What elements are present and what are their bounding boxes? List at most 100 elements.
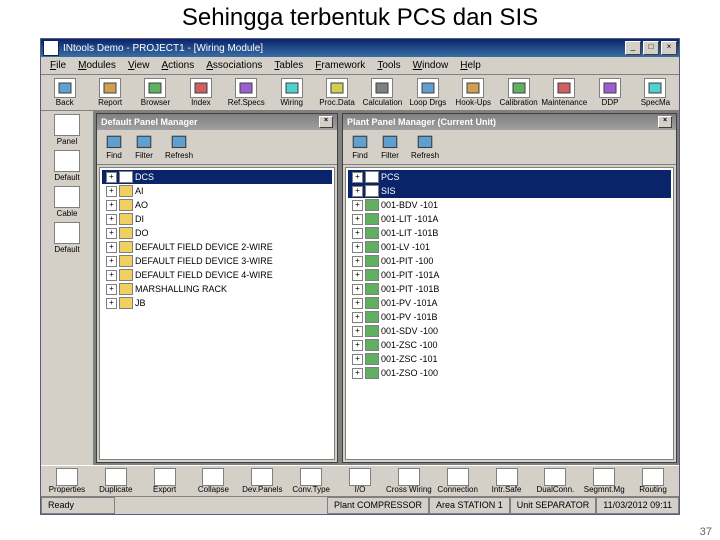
tree-item[interactable]: + DCS xyxy=(102,170,332,184)
tree-item[interactable]: + DEFAULT FIELD DEVICE 4-WIRE xyxy=(102,268,332,282)
tool-procdata[interactable]: Proc.Data xyxy=(315,78,358,107)
tree-item[interactable]: + AI xyxy=(102,184,332,198)
btool-crosswiring[interactable]: Cross Wiring xyxy=(385,468,433,494)
btool-dualconn[interactable]: DualConn. xyxy=(531,468,579,494)
sidebar-panel[interactable]: Panel xyxy=(43,114,91,146)
tree-item[interactable]: + DEFAULT FIELD DEVICE 2-WIRE xyxy=(102,240,332,254)
expand-icon[interactable]: + xyxy=(352,368,363,379)
menu-framework[interactable]: Framework xyxy=(310,59,370,72)
menu-window[interactable]: Window xyxy=(408,59,454,72)
tree-right[interactable]: + PCS + SIS + 001-BDV -101 + 001-LIT -10… xyxy=(345,167,674,460)
expand-icon[interactable]: + xyxy=(106,298,117,309)
tool-back[interactable]: Back xyxy=(43,78,86,107)
tree-left[interactable]: + DCS + AI + AO + DI + DO + DEFAULT FIEL… xyxy=(99,167,335,460)
btool-intrsafe[interactable]: Intr.Safe xyxy=(483,468,531,494)
panel-close-button[interactable]: × xyxy=(319,116,333,128)
expand-icon[interactable]: + xyxy=(106,242,117,253)
expand-icon[interactable]: + xyxy=(352,270,363,281)
expand-icon[interactable]: + xyxy=(352,186,363,197)
btool-convtype[interactable]: Conv.Type xyxy=(287,468,335,494)
menu-help[interactable]: Help xyxy=(455,59,486,72)
tree-item[interactable]: + 001-ZSO -100 xyxy=(348,366,671,380)
expand-icon[interactable]: + xyxy=(106,200,117,211)
tree-item[interactable]: + AO xyxy=(102,198,332,212)
expand-icon[interactable]: + xyxy=(352,326,363,337)
expand-icon[interactable]: + xyxy=(106,186,117,197)
tool-calibration[interactable]: Calibration xyxy=(497,78,540,107)
panel-tool-refresh[interactable]: Refresh xyxy=(411,134,439,160)
tree-item[interactable]: + 001-PIT -100 xyxy=(348,254,671,268)
btool-export[interactable]: Export xyxy=(141,468,189,494)
expand-icon[interactable]: + xyxy=(106,284,117,295)
menu-file[interactable]: File xyxy=(45,59,71,72)
tree-item[interactable]: + 001-PIT -101A xyxy=(348,268,671,282)
expand-icon[interactable]: + xyxy=(352,312,363,323)
expand-icon[interactable]: + xyxy=(106,172,117,183)
expand-icon[interactable]: + xyxy=(352,228,363,239)
tree-item[interactable]: + DEFAULT FIELD DEVICE 3-WIRE xyxy=(102,254,332,268)
expand-icon[interactable]: + xyxy=(352,284,363,295)
tree-item[interactable]: + 001-ZSC -100 xyxy=(348,338,671,352)
btool-segmntmg[interactable]: Segmnt.Mg xyxy=(580,468,628,494)
close-button[interactable]: × xyxy=(661,41,677,55)
menu-actions[interactable]: Actions xyxy=(156,59,199,72)
tree-item[interactable]: + 001-LIT -101A xyxy=(348,212,671,226)
panel-tool-filter[interactable]: Filter xyxy=(381,134,399,160)
panel-close-button[interactable]: × xyxy=(658,116,672,128)
menu-associations[interactable]: Associations xyxy=(201,59,267,72)
expand-icon[interactable]: + xyxy=(106,228,117,239)
maximize-button[interactable]: □ xyxy=(643,41,659,55)
expand-icon[interactable]: + xyxy=(352,200,363,211)
sidebar-default[interactable]: Default xyxy=(43,222,91,254)
menu-tables[interactable]: Tables xyxy=(269,59,308,72)
tree-item[interactable]: + 001-SDV -100 xyxy=(348,324,671,338)
tool-wiring[interactable]: Wiring xyxy=(270,78,313,107)
tree-item[interactable]: + DI xyxy=(102,212,332,226)
menu-modules[interactable]: Modules xyxy=(73,59,121,72)
tree-item[interactable]: + 001-PV -101B xyxy=(348,310,671,324)
tree-item[interactable]: + 001-PV -101A xyxy=(348,296,671,310)
expand-icon[interactable]: + xyxy=(352,242,363,253)
tree-item[interactable]: + SIS xyxy=(348,184,671,198)
tool-report[interactable]: Report xyxy=(88,78,131,107)
panel-tool-find[interactable]: Find xyxy=(105,134,123,160)
tool-loopdrgs[interactable]: Loop Drgs xyxy=(406,78,449,107)
btool-io[interactable]: I/O xyxy=(336,468,384,494)
tool-index[interactable]: Index xyxy=(179,78,222,107)
tool-calculation[interactable]: Calculation xyxy=(361,78,404,107)
tool-browser[interactable]: Browser xyxy=(134,78,177,107)
menu-view[interactable]: View xyxy=(123,59,155,72)
tree-item[interactable]: + 001-LIT -101B xyxy=(348,226,671,240)
tool-ddp[interactable]: DDP xyxy=(588,78,631,107)
tool-refspecs[interactable]: Ref.Specs xyxy=(225,78,268,107)
tool-hookups[interactable]: Hook-Ups xyxy=(452,78,495,107)
expand-icon[interactable]: + xyxy=(352,354,363,365)
expand-icon[interactable]: + xyxy=(352,340,363,351)
sidebar-cable[interactable]: Cable xyxy=(43,186,91,218)
panel-tool-filter[interactable]: Filter xyxy=(135,134,153,160)
tree-item[interactable]: + JB xyxy=(102,296,332,310)
sidebar-default[interactable]: Default xyxy=(43,150,91,182)
minimize-button[interactable]: _ xyxy=(625,41,641,55)
tool-maintenance[interactable]: Maintenance xyxy=(542,78,586,107)
panel-tool-find[interactable]: Find xyxy=(351,134,369,160)
btool-devpanels[interactable]: Dev.Panels xyxy=(238,468,286,494)
btool-connection[interactable]: Connection xyxy=(434,468,482,494)
expand-icon[interactable]: + xyxy=(106,256,117,267)
btool-duplicate[interactable]: Duplicate xyxy=(92,468,140,494)
expand-icon[interactable]: + xyxy=(352,172,363,183)
expand-icon[interactable]: + xyxy=(106,270,117,281)
tree-item[interactable]: + 001-ZSC -101 xyxy=(348,352,671,366)
tree-item[interactable]: + PCS xyxy=(348,170,671,184)
btool-collapse[interactable]: Collapse xyxy=(190,468,238,494)
tree-item[interactable]: + 001-LV -101 xyxy=(348,240,671,254)
btool-properties[interactable]: Properties xyxy=(43,468,91,494)
expand-icon[interactable]: + xyxy=(106,214,117,225)
tree-item[interactable]: + 001-PIT -101B xyxy=(348,282,671,296)
tool-specma[interactable]: SpecMa xyxy=(634,78,677,107)
expand-icon[interactable]: + xyxy=(352,298,363,309)
tree-item[interactable]: + 001-BDV -101 xyxy=(348,198,671,212)
tree-item[interactable]: + DO xyxy=(102,226,332,240)
panel-tool-refresh[interactable]: Refresh xyxy=(165,134,193,160)
btool-routing[interactable]: Routing xyxy=(629,468,677,494)
